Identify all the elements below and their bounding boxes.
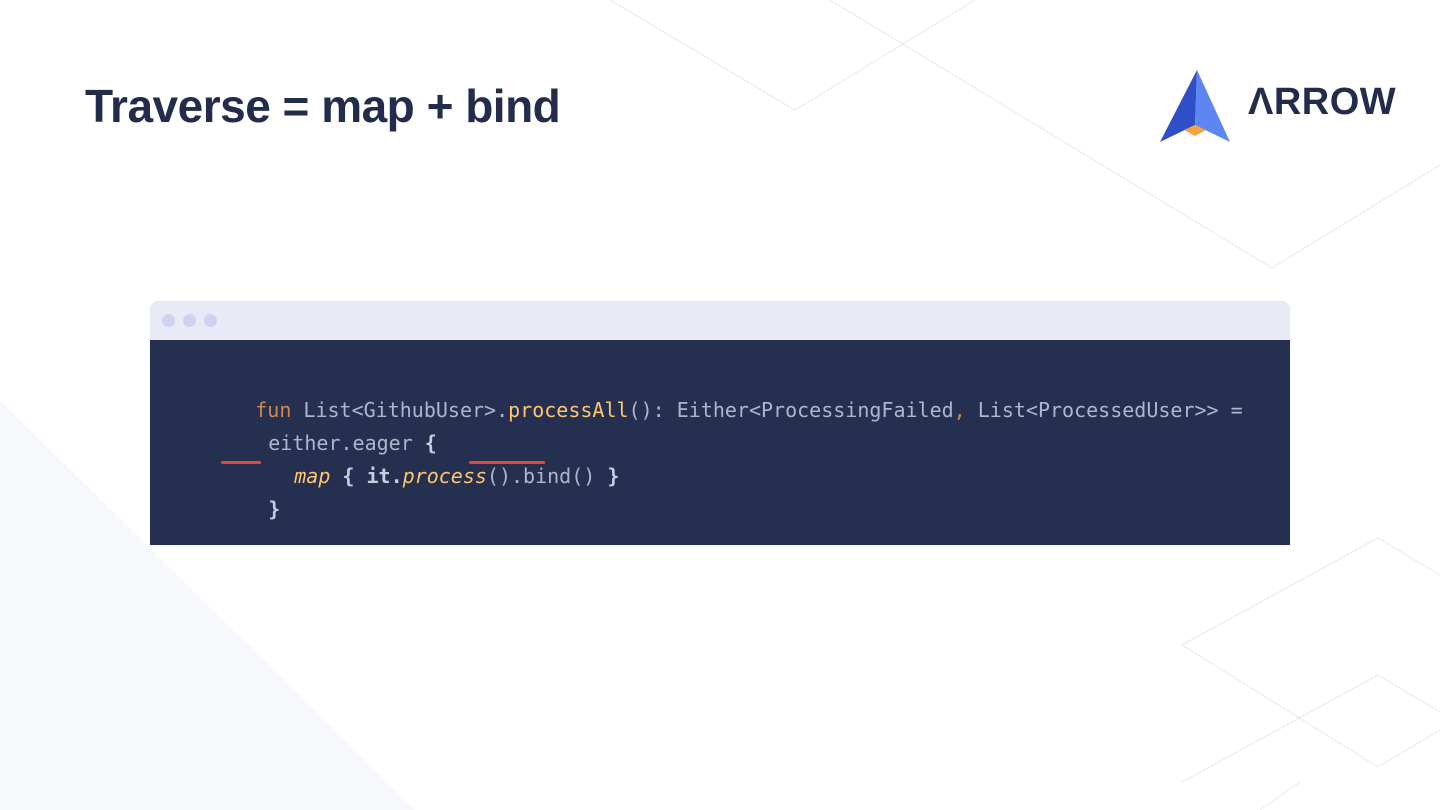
window-dot bbox=[183, 314, 196, 327]
code-token: } bbox=[268, 497, 281, 521]
window-dot bbox=[204, 314, 217, 327]
code-token: } bbox=[607, 464, 620, 488]
code-token-map: map bbox=[294, 464, 331, 488]
code-token: processAll bbox=[508, 398, 629, 422]
code-token: process bbox=[402, 464, 487, 488]
slide-title: Traverse = map + bind bbox=[85, 80, 561, 132]
window-dot bbox=[162, 314, 175, 327]
map-highlight-underline bbox=[221, 461, 261, 464]
code-window-title-bar bbox=[150, 301, 1290, 340]
code-line: } bbox=[196, 460, 280, 545]
arrow-logo: ΛRROW bbox=[1160, 70, 1400, 144]
code-token: (): Either<ProcessingFailed bbox=[628, 398, 954, 422]
code-block: fun List<GithubUser>.processAll(): Eithe… bbox=[150, 340, 1290, 545]
code-token: , bbox=[953, 398, 966, 422]
code-window: fun List<GithubUser>.processAll(): Eithe… bbox=[150, 301, 1290, 545]
code-token: List<ProcessedUser>> = bbox=[965, 398, 1243, 422]
logo-text: ΛRROW bbox=[1248, 81, 1397, 123]
arrow-logo-icon bbox=[1160, 70, 1230, 142]
bind-highlight-underline bbox=[469, 461, 545, 464]
code-token: { it. bbox=[330, 464, 403, 488]
code-line: map { it.process().bind() } bbox=[222, 427, 619, 526]
code-token-bind: ().bind() bbox=[486, 464, 608, 488]
